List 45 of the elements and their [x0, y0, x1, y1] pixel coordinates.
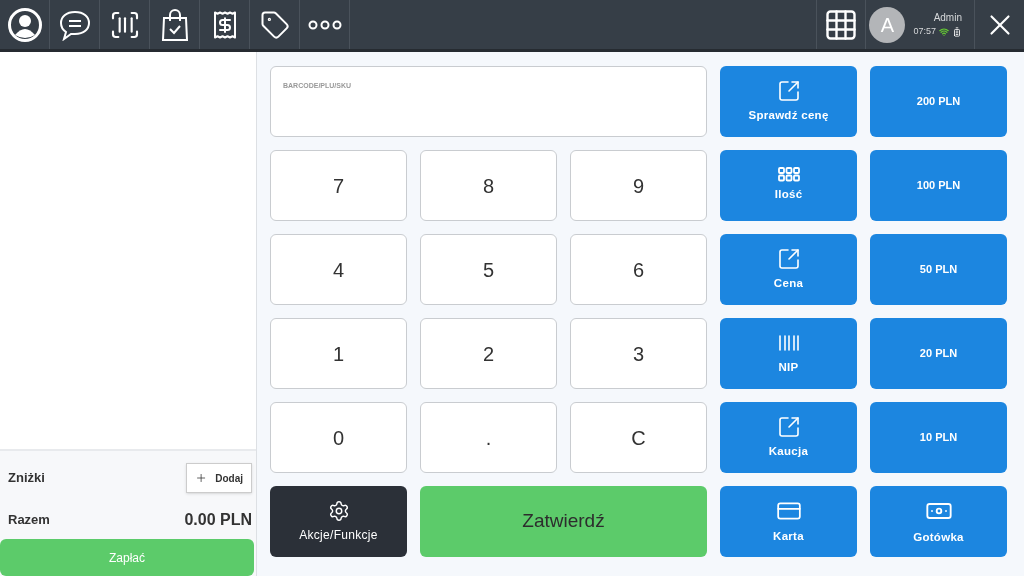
keypad-key[interactable]: 4: [270, 234, 407, 305]
amount-button[interactable]: 20 PLN: [870, 318, 1007, 389]
amount-button[interactable]: 100 PLN: [870, 150, 1007, 221]
battery-icon: [952, 27, 962, 37]
keypad-key[interactable]: 2: [420, 318, 557, 389]
amount-button[interactable]: 50 PLN: [870, 234, 1007, 305]
confirm-button[interactable]: Zatwierdź: [420, 486, 707, 557]
user-name: Admin: [933, 11, 962, 26]
keypad-key[interactable]: 6: [570, 234, 707, 305]
actions-button[interactable]: Akcje/Funkcje: [270, 486, 407, 557]
keypad-key[interactable]: 8: [420, 150, 557, 221]
total-label: Razem: [8, 511, 50, 530]
keypad-key[interactable]: .: [420, 402, 557, 473]
keypad-key[interactable]: 9: [570, 150, 707, 221]
user-icon[interactable]: [7, 7, 42, 42]
keypad-key[interactable]: 0: [270, 402, 407, 473]
keypad-key[interactable]: 1: [270, 318, 407, 389]
add-discount-button[interactable]: Dodaj: [186, 463, 252, 493]
grid-icon: [777, 167, 800, 183]
function-button[interactable]: Kaucja: [720, 402, 857, 473]
discounts-label: Zniżki: [8, 469, 45, 488]
keypad-key[interactable]: 3: [570, 318, 707, 389]
edit-icon: [776, 246, 801, 271]
settings-icon: [327, 499, 350, 522]
more-icon[interactable]: [307, 19, 342, 30]
keypad-key[interactable]: 7: [270, 150, 407, 221]
function-button[interactable]: Gotówka: [870, 486, 1007, 557]
edit-icon: [776, 78, 801, 103]
price-tag-icon[interactable]: [259, 9, 290, 40]
chat-icon[interactable]: [57, 8, 92, 41]
keypad-key[interactable]: 5: [420, 234, 557, 305]
keypad-key[interactable]: C: [570, 402, 707, 473]
edit-icon: [776, 414, 801, 439]
amount-button[interactable]: 10 PLN: [870, 402, 1007, 473]
wifi-icon: [939, 27, 949, 37]
amount-button[interactable]: 200 PLN: [870, 66, 1007, 137]
bag-check-icon[interactable]: [160, 7, 189, 42]
clock-time: 07:57: [913, 25, 936, 39]
function-button[interactable]: Ilość: [720, 150, 857, 221]
function-button[interactable]: Karta: [720, 486, 857, 557]
function-button[interactable]: Cena: [720, 234, 857, 305]
function-button[interactable]: Sprawdź cenę: [720, 66, 857, 137]
total-amount: 0.00 PLN: [184, 510, 252, 530]
plus-icon: [195, 471, 208, 485]
function-button[interactable]: NIP: [720, 318, 857, 389]
